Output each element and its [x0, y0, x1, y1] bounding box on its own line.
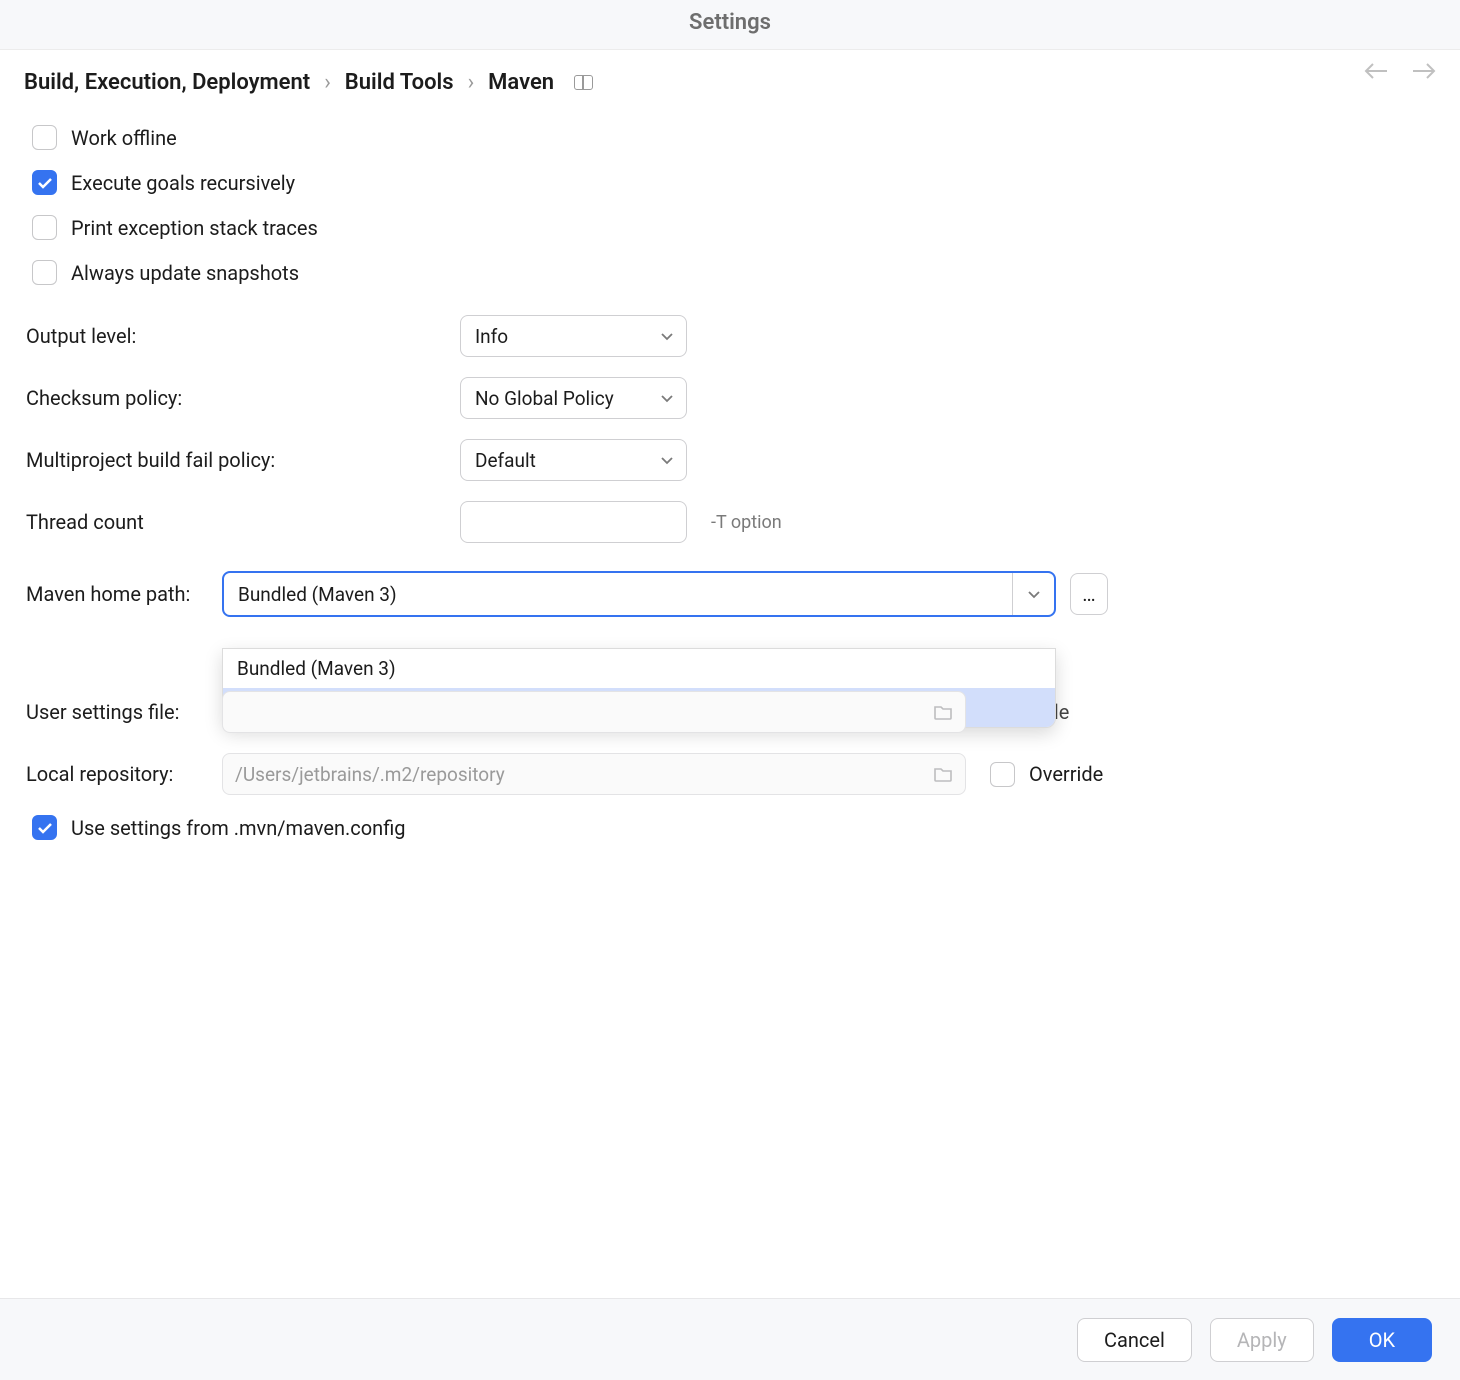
use-mvn-config-checkbox[interactable]	[32, 815, 57, 840]
output-level-value: Info	[475, 325, 508, 348]
print-stack-checkbox[interactable]	[32, 215, 57, 240]
local-repo-label: Local repository:	[24, 762, 222, 786]
breadcrumb: Build, Execution, Deployment › Build Too…	[24, 70, 1436, 95]
maven-home-label: Maven home path:	[24, 582, 222, 606]
thread-count-hint: -T option	[711, 512, 782, 533]
print-stack-label: Print exception stack traces	[71, 216, 318, 240]
execute-recursively-label: Execute goals recursively	[71, 171, 295, 195]
folder-icon	[933, 766, 953, 782]
maven-home-combo[interactable]: Bundled (Maven 3)	[222, 571, 1056, 617]
work-offline-checkbox[interactable]	[32, 125, 57, 150]
breadcrumb-lvl1[interactable]: Build, Execution, Deployment	[24, 70, 310, 95]
output-level-select[interactable]: Info	[460, 315, 687, 357]
chevron-down-icon	[660, 393, 674, 403]
output-level-label: Output level:	[24, 324, 460, 348]
work-offline-label: Work offline	[71, 126, 177, 150]
thread-count-input[interactable]	[460, 501, 687, 543]
fail-policy-value: Default	[475, 449, 536, 472]
settings-content: Build, Execution, Deployment › Build Too…	[0, 50, 1460, 1290]
local-repo-input[interactable]: /Users/jetbrains/.m2/repository	[222, 753, 966, 795]
execute-recursively-checkbox[interactable]	[32, 170, 57, 195]
settings-title: Settings	[0, 0, 1460, 50]
chevron-down-icon	[660, 331, 674, 341]
breadcrumb-lvl2[interactable]: Build Tools	[345, 70, 454, 95]
user-settings-label: User settings file:	[24, 700, 222, 724]
always-update-checkbox[interactable]	[32, 260, 57, 285]
maven-home-value: Bundled (Maven 3)	[224, 583, 397, 606]
fail-policy-label: Multiproject build fail policy:	[24, 448, 460, 472]
use-mvn-config-label: Use settings from .mvn/maven.config	[71, 816, 406, 840]
ok-button[interactable]: OK	[1332, 1318, 1432, 1362]
nav-forward-icon[interactable]	[1412, 62, 1436, 80]
checksum-policy-value: No Global Policy	[475, 387, 614, 410]
user-settings-input[interactable]	[222, 691, 966, 733]
apply-button[interactable]: Apply	[1210, 1318, 1314, 1362]
local-repo-value: /Users/jetbrains/.m2/repository	[235, 763, 505, 786]
local-repo-override-label: Override	[1029, 762, 1103, 786]
checksum-policy-select[interactable]: No Global Policy	[460, 377, 687, 419]
fail-policy-select[interactable]: Default	[460, 439, 687, 481]
maven-home-browse-button[interactable]: …	[1070, 573, 1108, 615]
checksum-policy-label: Checksum policy:	[24, 386, 460, 410]
footer: Cancel Apply OK	[0, 1298, 1460, 1380]
maven-home-trigger[interactable]	[1012, 573, 1054, 615]
breadcrumb-lvl3[interactable]: Maven	[488, 70, 554, 95]
always-update-label: Always update snapshots	[71, 261, 299, 285]
cancel-button[interactable]: Cancel	[1077, 1318, 1192, 1362]
nav-back-icon[interactable]	[1364, 62, 1388, 80]
chevron-right-icon: ›	[468, 70, 475, 95]
folder-icon	[933, 704, 953, 720]
thread-count-label: Thread count	[24, 510, 460, 534]
chevron-right-icon: ›	[324, 70, 331, 95]
chevron-down-icon	[660, 455, 674, 465]
maven-home-option-bundled[interactable]: Bundled (Maven 3)	[223, 649, 1055, 688]
local-repo-override-checkbox[interactable]	[990, 762, 1015, 787]
layout-icon[interactable]	[574, 75, 593, 90]
